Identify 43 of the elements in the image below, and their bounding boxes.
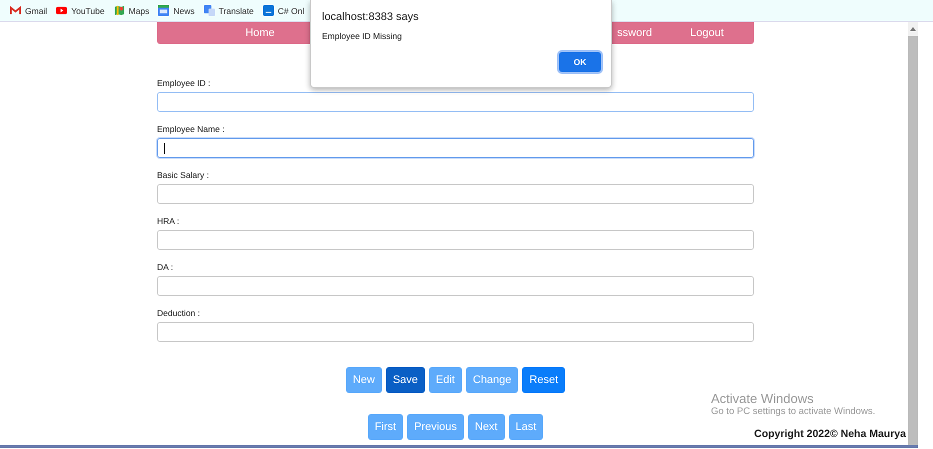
map-icon	[114, 5, 125, 16]
save-button[interactable]: Save	[386, 367, 425, 393]
mail-icon	[10, 5, 21, 16]
action-button[interactable]: Reset	[522, 367, 566, 393]
field-label: Basic Salary :	[157, 169, 210, 180]
bookmark-link[interactable]: Maps	[128, 6, 150, 16]
input-field[interactable]	[157, 92, 754, 112]
bookmark-link[interactable]: YouTube	[71, 6, 105, 16]
bookmark-link[interactable]: Translate	[218, 6, 254, 16]
nav-button[interactable]: Last	[508, 414, 544, 440]
input-field[interactable]	[157, 184, 754, 204]
nav-link[interactable]: ssword	[617, 27, 652, 39]
bookmark-link[interactable]: News	[173, 6, 195, 16]
ok-button[interactable]: OK	[559, 52, 601, 72]
nav-link[interactable]: Logout	[674, 27, 740, 39]
nav-button[interactable]: Next	[468, 414, 504, 440]
input-field[interactable]	[157, 230, 754, 250]
field-label: DA :	[157, 261, 174, 272]
field-label: Deduction :	[157, 307, 201, 318]
scrollbar[interactable]	[908, 22, 918, 445]
field-label: Employee Name :	[157, 123, 226, 134]
activation-title: Activate Windows	[711, 391, 815, 406]
input-field[interactable]	[157, 322, 754, 342]
action-button[interactable]: New	[346, 367, 382, 393]
bookmark-link[interactable]: Gmail	[25, 6, 48, 16]
scroll-up-icon[interactable]	[910, 27, 916, 31]
copyright-text: Copyright 2022© Neha Maurya	[754, 428, 906, 440]
newspaper-icon	[158, 5, 170, 16]
play-icon	[56, 5, 68, 16]
input-field[interactable]	[157, 138, 754, 158]
dialog-title: localhost:8383 says	[322, 11, 420, 23]
dialog-message: Employee ID Missing	[322, 31, 403, 41]
action-button[interactable]: Change	[466, 367, 518, 393]
field-label: Employee ID :	[157, 77, 212, 88]
nav-button[interactable]: First	[368, 414, 404, 440]
input-field[interactable]	[157, 276, 754, 296]
action-button[interactable]: Edit	[428, 367, 462, 393]
nav-button[interactable]: Previous	[407, 414, 464, 440]
field-label: HRA :	[157, 215, 180, 226]
code-icon	[262, 5, 274, 16]
bookmark-link[interactable]: C# Onl	[278, 6, 304, 16]
translate-icon	[204, 5, 215, 16]
activation-message: Go to PC settings to activate Windows.	[711, 406, 876, 417]
